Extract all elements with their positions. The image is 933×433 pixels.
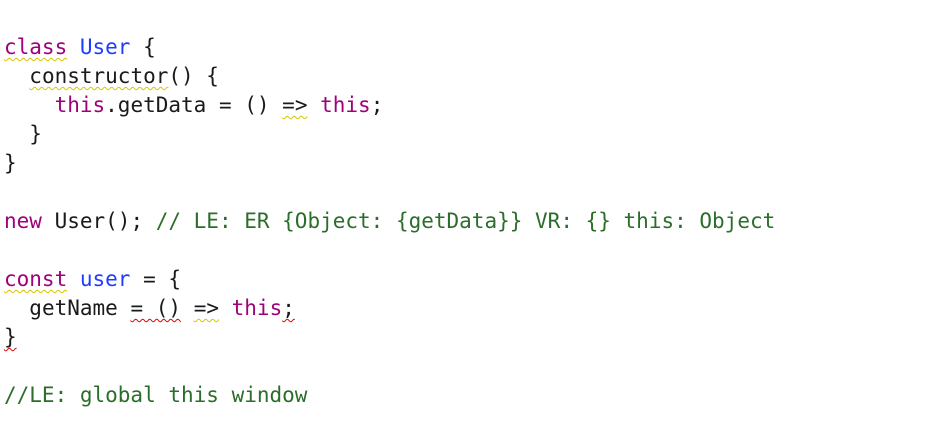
code-text: = { [130,267,182,291]
code-text: () { [168,64,219,88]
syntax-error: } [4,325,17,349]
syntax-error: ; [282,296,295,320]
property-name: getName [29,296,131,320]
code-line: } [0,120,933,149]
code-line: const user = { [0,265,933,294]
keyword-const: const [4,267,68,291]
constructor-keyword: constructor [29,64,169,88]
code-line: } [0,149,933,178]
code-text: User(); [41,209,156,233]
code-text: } [4,122,42,146]
code-line: getName = () => this; [0,294,933,323]
keyword-class: class [4,35,68,59]
keyword-new: new [4,209,42,233]
code-comment: //LE: global this window [4,383,308,407]
code-line: //LE: global this window [0,381,933,410]
keyword-this: this [320,93,371,117]
arrow-operator: => [282,93,308,117]
arrow-operator: => [193,296,219,320]
code-text: } [4,151,17,175]
code-line: constructor() { [0,62,933,91]
code-text: ; [370,93,384,117]
code-line: } [0,323,933,352]
code-line: class User { [0,33,933,62]
code-line: this.getData = () => this; [0,91,933,120]
variable-name: user [79,267,131,291]
code-text: .getData = () [105,93,283,117]
keyword-this: this [54,93,106,117]
keyword-this: this [231,296,283,320]
code-editor[interactable]: class User { constructor() { this.getDat… [0,33,933,410]
code-text: { [130,35,156,59]
code-line: new User(); // LE: ER {Object: {getData}… [0,207,933,236]
syntax-error: = () [130,296,182,320]
class-name: User [79,35,131,59]
code-comment: // LE: ER {Object: {getData}} VR: {} thi… [155,209,776,233]
